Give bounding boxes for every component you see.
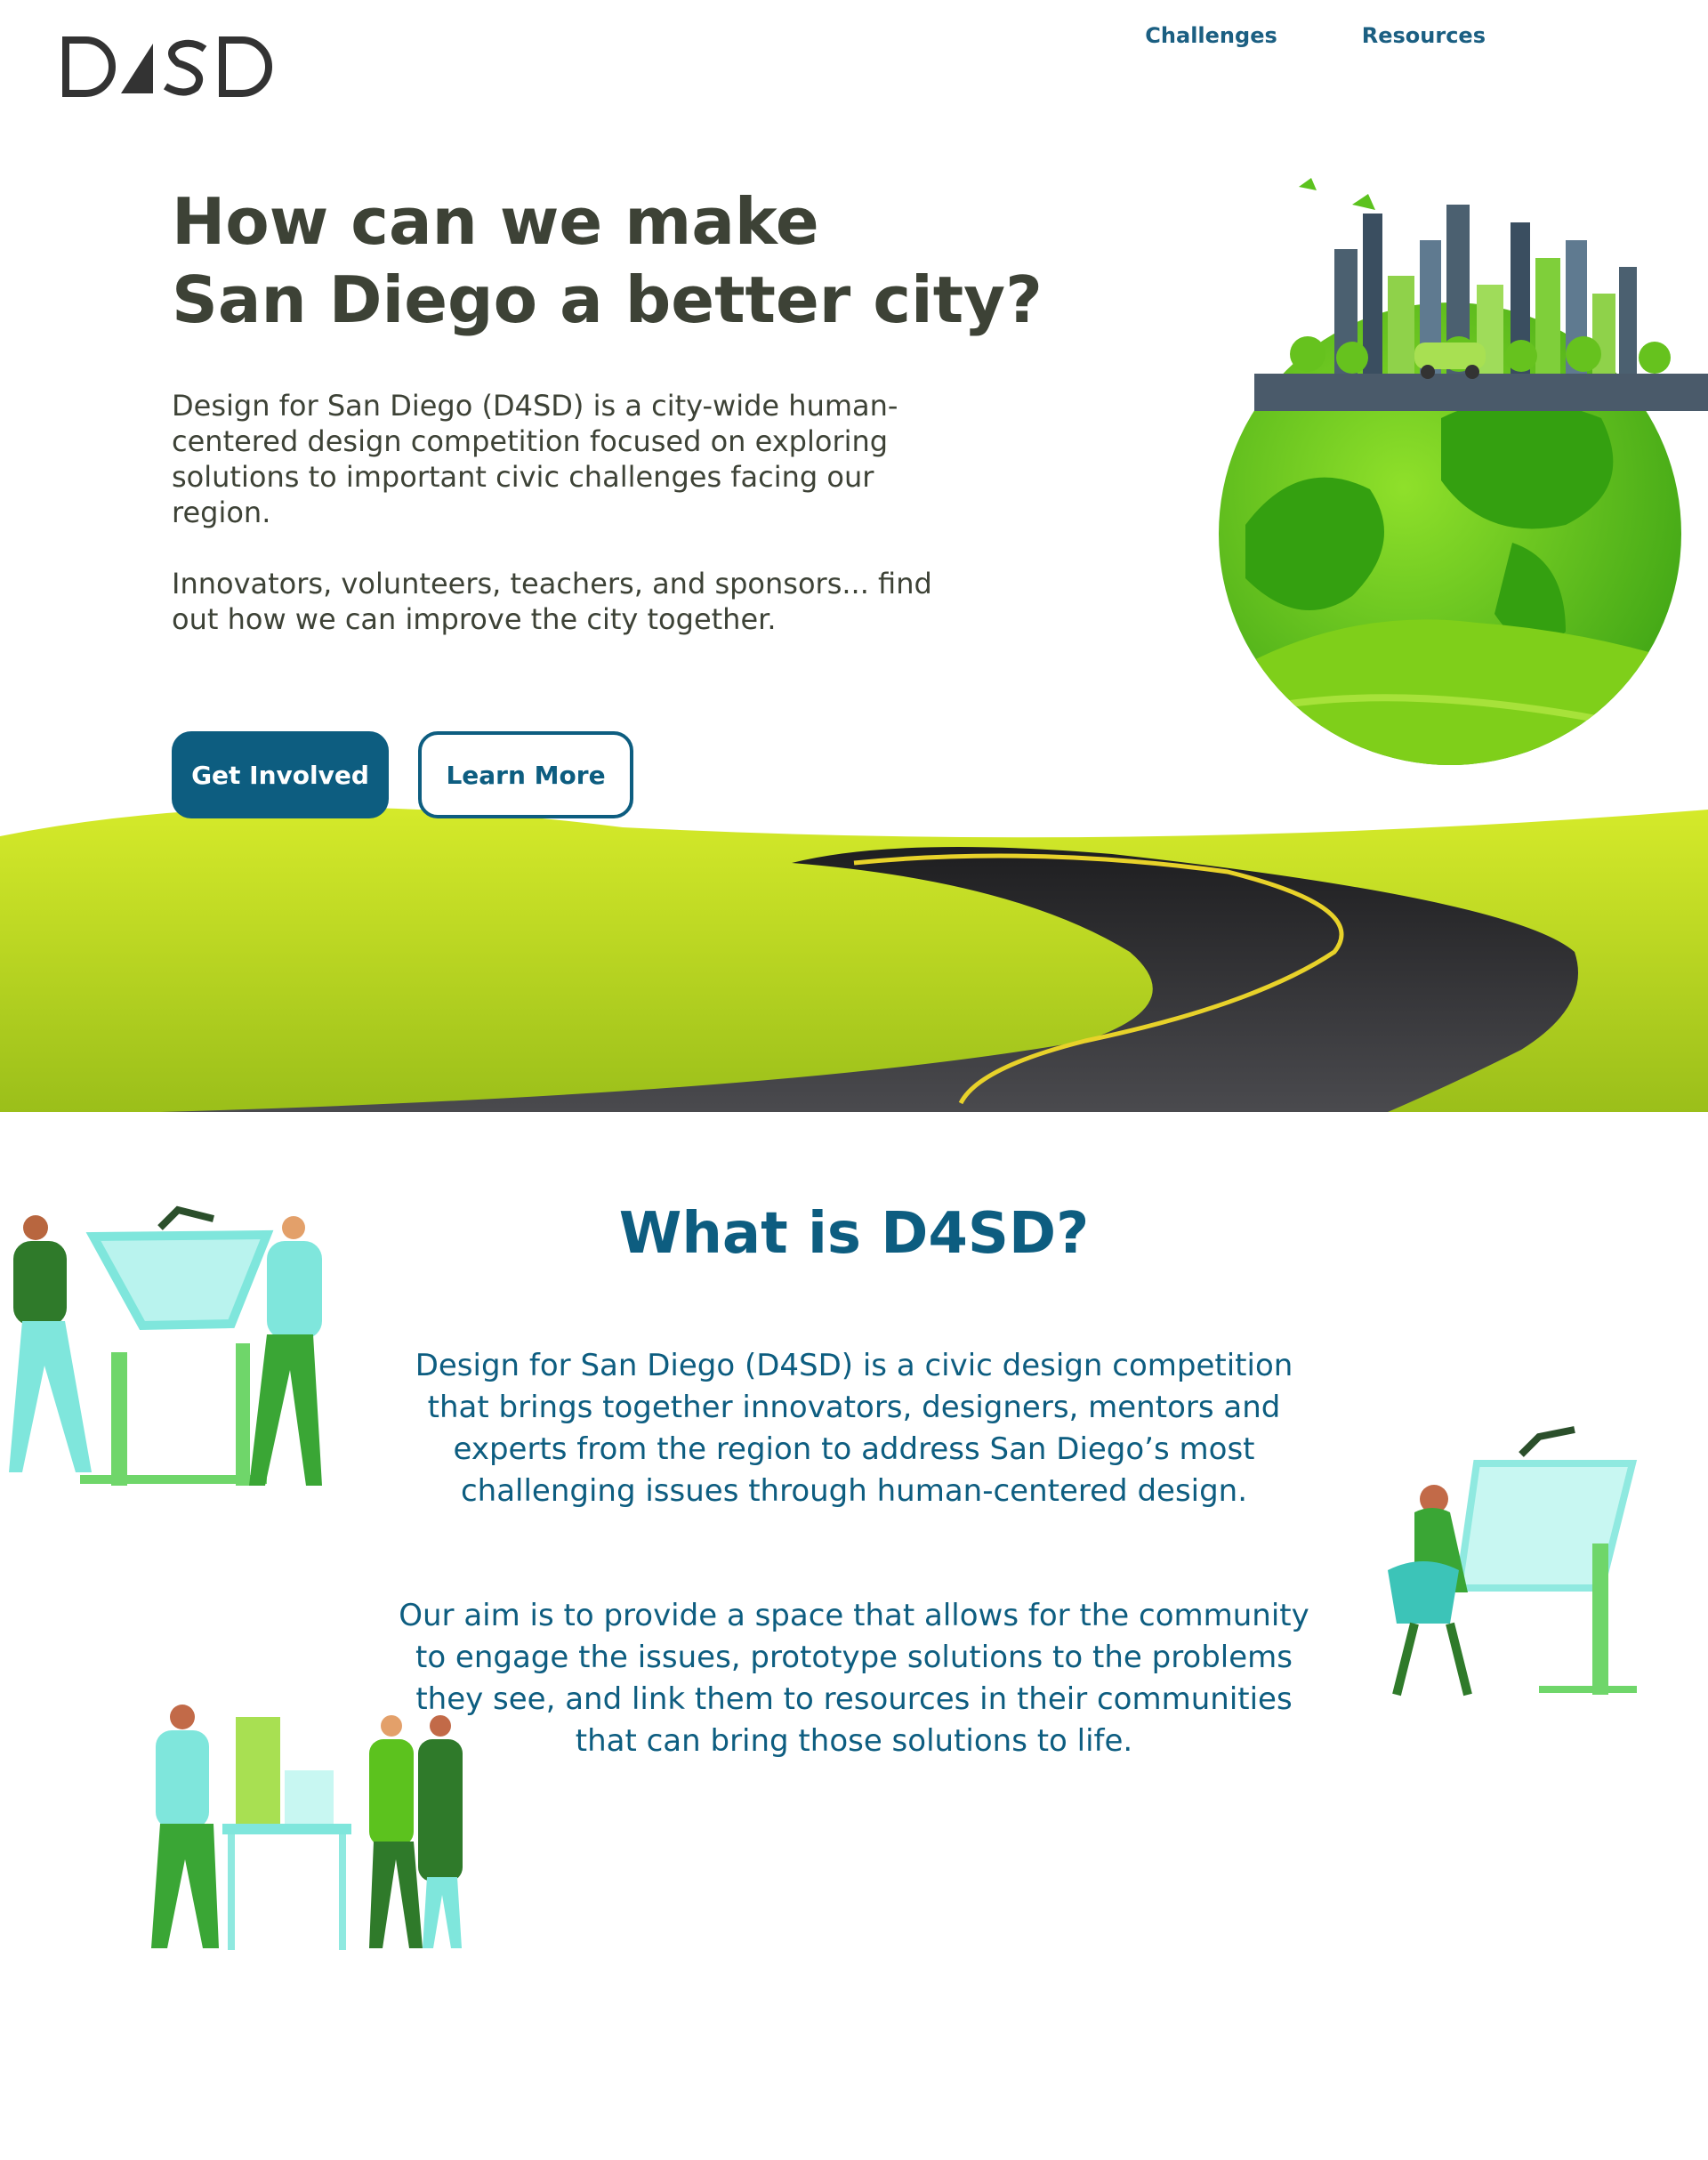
about-description: Design for San Diego (D4SD) is a civic d…	[415, 1348, 1293, 1509]
hero-title-line1: How can we make	[172, 184, 819, 259]
about-aim: Our aim is to provide a space that allow…	[399, 1598, 1309, 1759]
hero-description: Design for San Diego (D4SD) is a city-wi…	[172, 389, 898, 529]
get-involved-button[interactable]: Get Involved	[172, 731, 389, 818]
nav-challenges[interactable]: Challenges	[1145, 23, 1277, 48]
hero-invitation: Innovators, volunteers, teachers, and sp…	[172, 567, 932, 636]
nav-resources[interactable]: Resources	[1362, 23, 1486, 48]
learn-more-button[interactable]: Learn More	[418, 731, 633, 818]
city-globe-illustration	[1219, 178, 1708, 765]
d4sd-logo-icon	[62, 36, 272, 97]
architects-model-illustration	[151, 1705, 463, 1950]
page: Challenges Resources How can we make San…	[0, 0, 1708, 2160]
hero-title: How can we make San Diego a better city?	[172, 182, 1061, 339]
main-nav: Challenges Resources	[1145, 23, 1486, 48]
hero-title-line2: San Diego a better city?	[172, 262, 1043, 337]
designers-drafting-illustration	[9, 1205, 322, 1486]
woman-drafting-illustration	[1388, 1426, 1638, 1697]
road-landscape-illustration	[0, 807, 1708, 1112]
d4sd-logo[interactable]	[62, 36, 276, 110]
